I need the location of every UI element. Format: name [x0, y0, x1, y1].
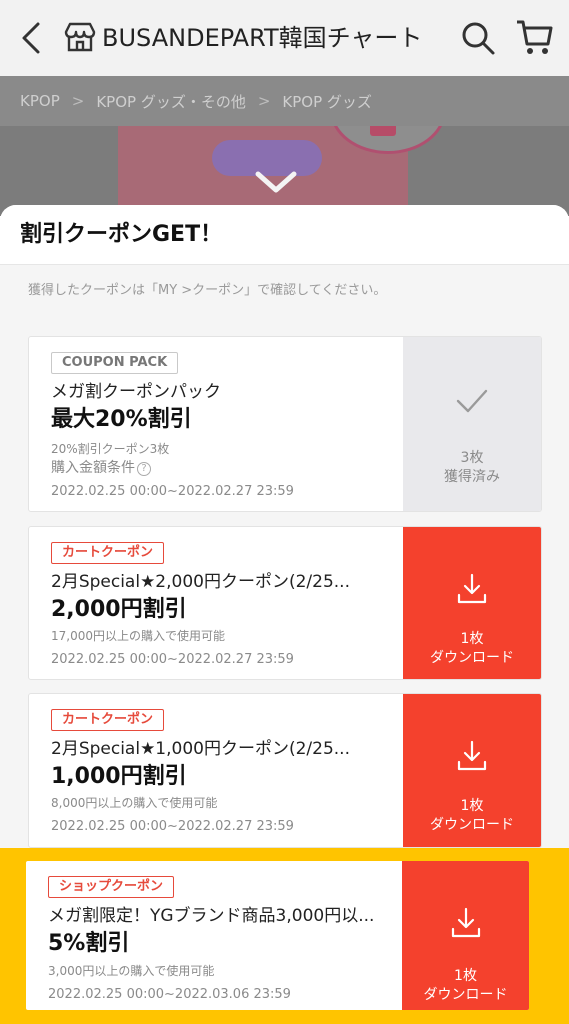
coupon-action-text: 1枚 ダウンロード: [402, 967, 529, 1005]
coupon-action-label: ダウンロード: [430, 817, 514, 833]
breadcrumb-item[interactable]: KPOP: [20, 92, 60, 110]
cart-icon[interactable]: [514, 16, 556, 58]
coupon-download-button[interactable]: 1枚 ダウンロード: [403, 694, 541, 847]
chevron-down-icon[interactable]: [254, 170, 298, 196]
coupon-download-button[interactable]: 1枚 ダウンロード: [403, 527, 541, 679]
coupon-sheet: 割引クーポンGET！ 獲得したクーポンは「MY >クーポン」で確認してください。…: [0, 205, 569, 1024]
coupon-details: カートクーポン 2月Special★1,000円クーポン(2/25... 1,0…: [29, 694, 405, 847]
coupon-type-tag: COUPON PACK: [51, 352, 179, 374]
breadcrumb-item[interactable]: KPOP グッズ・その他: [96, 91, 246, 112]
coupon-name: 2月Special★1,000円クーポン(2/25...: [51, 739, 350, 759]
sheet-title: 割引クーポンGET！: [20, 222, 223, 247]
coupon-details: ショップクーポン メガ割限定！YGブランド商品3,000円以... 5%割引 3…: [26, 861, 404, 1010]
coupon-action-text: 1枚 ダウンロード: [403, 630, 541, 668]
coupon-type-tag: ショップクーポン: [48, 876, 175, 898]
check-icon: [456, 389, 488, 413]
coupon-condition: 17,000円以上の購入で使用可能: [51, 629, 225, 643]
coupon-condition-label: 購入金額条件: [51, 460, 135, 476]
coupon-type-tag: カートクーポン: [51, 542, 165, 564]
download-icon: [451, 907, 480, 938]
coupon-action-text: 3枚 獲得済み: [403, 449, 541, 487]
coupon-amount: 5%割引: [48, 931, 130, 956]
top-app-bar: BUSANDEPART韓国チャート店: [0, 0, 569, 76]
help-icon[interactable]: ?: [137, 462, 151, 476]
download-icon: [457, 573, 487, 604]
coupon-condition: 20%割引クーポン3枚: [51, 442, 170, 456]
sheet-header: 割引クーポンGET！: [0, 205, 569, 265]
coupon-card: COUPON PACK メガ割クーポンパック 最大20%割引 20%割引クーポン…: [28, 336, 542, 512]
breadcrumb: KPOP > KPOP グッズ・その他 > KPOP グッズ: [0, 76, 569, 126]
coupon-period: 2022.02.25 00:00~2022.02.27 23:59: [51, 819, 294, 834]
coupon-period: 2022.02.25 00:00~2022.03.06 23:59: [48, 987, 291, 1002]
coupon-type-tag: カートクーポン: [51, 709, 165, 731]
coupon-download-button[interactable]: 1枚 ダウンロード: [402, 861, 529, 1010]
coupon-amount: 最大20%割引: [51, 407, 192, 432]
coupon-card: ショップクーポン メガ割限定！YGブランド商品3,000円以... 5%割引 3…: [25, 860, 530, 1011]
search-icon[interactable]: [458, 18, 498, 58]
coupon-card: カートクーポン 2月Special★2,000円クーポン(2/25... 2,0…: [28, 526, 542, 680]
chevron-left-icon[interactable]: [14, 18, 50, 58]
coupon-count: 3枚: [460, 450, 484, 466]
coupon-period: 2022.02.25 00:00~2022.02.27 23:59: [51, 484, 294, 499]
coupon-info-text: 獲得したクーポンは「MY >クーポン」で確認してください。: [28, 283, 387, 298]
coupon-period: 2022.02.25 00:00~2022.02.27 23:59: [51, 652, 294, 667]
coupon-condition: 8,000円以上の購入で使用可能: [51, 796, 218, 810]
coupon-count: 1枚: [454, 968, 477, 984]
product-phone: [370, 126, 396, 136]
chevron-right-icon: >: [71, 92, 85, 110]
coupon-obtained-status: 3枚 獲得済み: [403, 337, 541, 511]
store-icon: [64, 22, 96, 52]
coupon-card: カートクーポン 2月Special★1,000円クーポン(2/25... 1,0…: [28, 693, 542, 848]
breadcrumb-item[interactable]: KPOP グッズ: [282, 91, 372, 112]
coupon-amount: 1,000円割引: [51, 764, 187, 789]
coupon-count: 1枚: [460, 798, 484, 814]
coupon-action-text: 1枚 ダウンロード: [403, 797, 541, 835]
chevron-right-icon: >: [257, 92, 271, 110]
shop-title[interactable]: BUSANDEPART韓国チャート店: [102, 21, 422, 55]
coupon-details: COUPON PACK メガ割クーポンパック 最大20%割引 20%割引クーポン…: [29, 337, 405, 511]
coupon-name: メガ割限定！YGブランド商品3,000円以...: [48, 906, 375, 926]
coupon-condition: 3,000円以上の購入で使用可能: [48, 964, 215, 978]
download-icon: [457, 740, 487, 771]
product-image: [0, 126, 569, 216]
coupon-condition-link[interactable]: 購入金額条件?: [51, 458, 151, 478]
coupon-count: 1枚: [460, 631, 484, 647]
coupon-name: メガ割クーポンパック: [51, 382, 221, 402]
coupon-action-label: ダウンロード: [423, 987, 508, 1003]
coupon-amount: 2,000円割引: [51, 597, 187, 622]
coupon-action-label: ダウンロード: [430, 650, 514, 666]
coupon-name: 2月Special★2,000円クーポン(2/25...: [51, 572, 350, 592]
coupon-action-label: 獲得済み: [444, 469, 500, 485]
coupon-details: カートクーポン 2月Special★2,000円クーポン(2/25... 2,0…: [29, 527, 405, 679]
